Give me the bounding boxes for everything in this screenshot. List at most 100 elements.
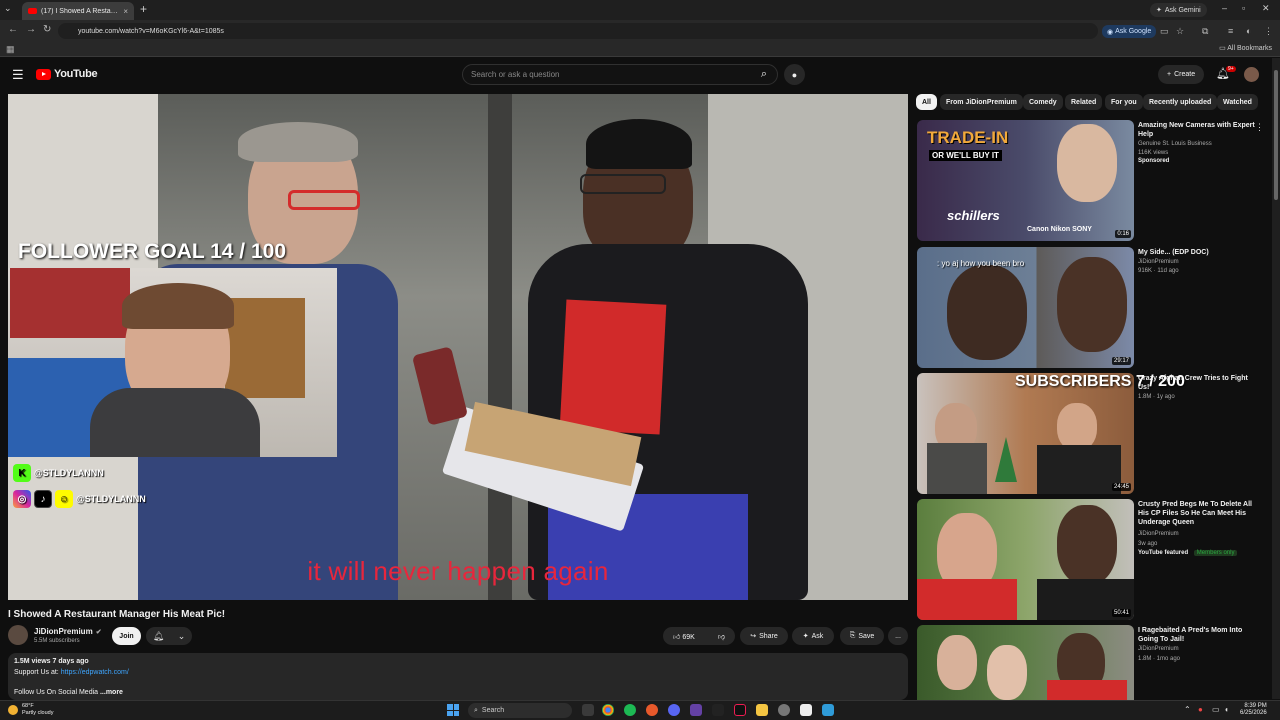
rec-menu-icon[interactable]: ⋮ bbox=[1255, 122, 1264, 133]
search-input[interactable]: Search or ask a question bbox=[462, 64, 778, 85]
chip-for-you[interactable]: For you bbox=[1105, 94, 1143, 110]
chip-from-jidionpremium[interactable]: From JiDionPremium bbox=[940, 94, 1023, 110]
channel-name-link[interactable]: JiDionPremium ✔ bbox=[34, 627, 102, 636]
rec-thumbnail-2[interactable]: : yo aj how you been bro 29:17 bbox=[917, 247, 1134, 368]
chrome-icon[interactable] bbox=[602, 704, 614, 716]
weather-widget[interactable]: 68°F Partly cloudy bbox=[8, 703, 54, 717]
volume-icon[interactable]: ◖ bbox=[1224, 705, 1229, 714]
taskbar-search[interactable]: ⌕ Search bbox=[468, 703, 572, 718]
file-explorer-icon[interactable] bbox=[756, 704, 768, 716]
rec-title-5[interactable]: I Ragebaited A Pred's Mom Into Going To … bbox=[1138, 626, 1260, 644]
tab-search-icon[interactable]: ⌄ bbox=[4, 3, 12, 14]
menu-dots-icon[interactable]: ⋮ bbox=[1264, 26, 1273, 37]
ask-button[interactable]: ✦ Ask bbox=[792, 627, 834, 645]
rec-channel-5[interactable]: JiDionPremium bbox=[1138, 646, 1179, 652]
thumb-tradein-text: TRADE-IN bbox=[927, 128, 1009, 147]
hamburger-menu-icon[interactable]: ☰ bbox=[12, 67, 24, 83]
minimize-icon[interactable]: – bbox=[1222, 3, 1227, 13]
maximize-icon[interactable]: ▫ bbox=[1242, 3, 1245, 13]
media-icon[interactable]: ≡ bbox=[1228, 26, 1233, 36]
app-icon[interactable] bbox=[822, 704, 834, 716]
all-bookmarks-button[interactable]: ▭ All Bookmarks bbox=[1219, 44, 1272, 52]
start-button[interactable] bbox=[447, 704, 459, 716]
obs-icon[interactable] bbox=[690, 704, 702, 716]
discord-icon[interactable] bbox=[668, 704, 680, 716]
settings-icon[interactable] bbox=[778, 704, 790, 716]
like-button[interactable]: 👍︎ 69K bbox=[673, 632, 695, 641]
scrollbar-thumb[interactable] bbox=[1274, 70, 1278, 200]
browser-tab-active[interactable]: (17) I Showed A Restaurant Ma × bbox=[22, 2, 134, 20]
profile-icon[interactable]: ◐ bbox=[1246, 26, 1251, 36]
tray-chevron-icon[interactable]: ⌃ bbox=[1184, 705, 1191, 714]
subscription-bell-button[interactable]: 🔔︎ ⌄ bbox=[146, 627, 192, 645]
rec-title-3[interactable]: Crazy Afghan Crew Tries to Fight Us! bbox=[1138, 374, 1260, 392]
social-handles-row: ◎ ♪ ☺ @STLDYLANNN bbox=[13, 490, 146, 508]
search-placeholder: Search or ask a question bbox=[471, 70, 560, 79]
rec-channel-2[interactable]: JiDionPremium bbox=[1138, 259, 1179, 265]
account-avatar[interactable] bbox=[1244, 67, 1259, 82]
cast-icon[interactable]: ▭ bbox=[1160, 26, 1169, 37]
bookmarks-bar: ▦ ▭ All Bookmarks bbox=[0, 42, 1280, 57]
video-player[interactable]: FOLLOWER GOAL 14 / 100 K @STLDYLANNN ◎ ♪… bbox=[8, 94, 908, 600]
chip-watched[interactable]: Watched bbox=[1217, 94, 1258, 110]
thumb-face-b bbox=[1057, 403, 1097, 451]
brave-icon[interactable] bbox=[646, 704, 658, 716]
ask-google-label: Ask Google bbox=[1115, 28, 1152, 35]
tiktok-app-icon[interactable] bbox=[734, 704, 746, 716]
bell-icon: 🔔︎ bbox=[152, 630, 165, 641]
new-tab-button[interactable]: + bbox=[140, 2, 147, 16]
chip-comedy[interactable]: Comedy bbox=[1023, 94, 1063, 110]
join-button[interactable]: Join bbox=[112, 627, 141, 645]
youtube-play-icon bbox=[36, 68, 51, 80]
forward-icon[interactable]: → bbox=[26, 24, 36, 35]
task-view-icon[interactable] bbox=[582, 704, 594, 716]
show-more-button[interactable]: ...more bbox=[100, 689, 123, 696]
thumb-mom-face bbox=[987, 645, 1027, 700]
youtube-logo[interactable]: YouTube bbox=[36, 68, 98, 80]
window-close-icon[interactable]: ✕ bbox=[1262, 3, 1270, 14]
rec-channel-4[interactable]: JiDionPremium bbox=[1138, 531, 1179, 537]
mic-tray-icon[interactable]: ● bbox=[1198, 705, 1203, 714]
rec-title-4[interactable]: Crusty Pred Begs Me To Delete All His CP… bbox=[1138, 500, 1260, 527]
rec-title-1[interactable]: Amazing New Cameras with Expert Help bbox=[1138, 121, 1260, 139]
dislike-button[interactable]: 👎︎ bbox=[718, 632, 725, 641]
ask-gemini-button[interactable]: ✦ Ask Gemini bbox=[1150, 3, 1207, 17]
store-icon[interactable] bbox=[800, 704, 812, 716]
description-box[interactable]: 1.5M views 7 days ago Support Us at: htt… bbox=[8, 653, 908, 700]
share-button[interactable]: ↪ Share bbox=[740, 627, 788, 645]
rec-thumbnail-1[interactable]: TRADE-IN OR WE'LL BUY IT schillers Canon… bbox=[917, 120, 1134, 241]
extensions-icon[interactable]: ⧉ bbox=[1202, 26, 1208, 37]
spotify-icon[interactable] bbox=[624, 704, 636, 716]
terminal-icon[interactable] bbox=[712, 704, 724, 716]
chip-recently-uploaded[interactable]: Recently uploaded bbox=[1143, 94, 1218, 110]
rec-thumbnail-4[interactable]: 50:41 bbox=[917, 499, 1134, 620]
system-clock[interactable]: 8:39 PM 6/25/2026 bbox=[1240, 703, 1267, 717]
search-button[interactable]: ⌕ bbox=[752, 65, 776, 84]
thumb-expert-face bbox=[1057, 124, 1117, 202]
rec-title-2[interactable]: My Side... (EDP DOC) bbox=[1138, 248, 1260, 257]
rec-thumbnail-3[interactable]: 24:45 bbox=[917, 373, 1134, 494]
url-field[interactable]: youtube.com/watch?v=M6oKGcYl6-A&t=1085s bbox=[58, 23, 1098, 39]
bookmark-star-icon[interactable]: ☆ bbox=[1176, 26, 1184, 37]
save-button[interactable]: ⎘ Save bbox=[840, 627, 884, 645]
network-icon[interactable]: ▭ bbox=[1212, 705, 1220, 714]
tab-close-icon[interactable]: × bbox=[123, 7, 128, 16]
weather-icon bbox=[8, 705, 18, 715]
back-icon[interactable]: ← bbox=[8, 24, 18, 35]
thumb-red-shirt-5 bbox=[1047, 680, 1127, 700]
ask-google-button[interactable]: ◉ Ask Google bbox=[1102, 25, 1157, 38]
support-link[interactable]: https://edpwatch.com/ bbox=[61, 669, 129, 676]
weather-temp: 68°F bbox=[22, 703, 34, 709]
share-icon: ↪ bbox=[750, 633, 757, 640]
chip-related[interactable]: Related bbox=[1065, 94, 1103, 110]
create-button[interactable]: + Create bbox=[1158, 65, 1205, 84]
rec-thumbnail-5[interactable] bbox=[917, 625, 1134, 700]
reload-icon[interactable]: ↻ bbox=[43, 24, 51, 35]
channel-avatar[interactable] bbox=[8, 625, 28, 645]
apps-grid-icon[interactable]: ▦ bbox=[6, 44, 15, 55]
more-actions-button[interactable]: ... bbox=[888, 627, 908, 645]
follower-goal-overlay: FOLLOWER GOAL 14 / 100 bbox=[18, 240, 286, 263]
chip-all[interactable]: All bbox=[916, 94, 937, 110]
rec-channel-1[interactable]: Genuine St. Louis Business bbox=[1138, 141, 1212, 147]
voice-search-button[interactable]: ● bbox=[784, 64, 805, 85]
